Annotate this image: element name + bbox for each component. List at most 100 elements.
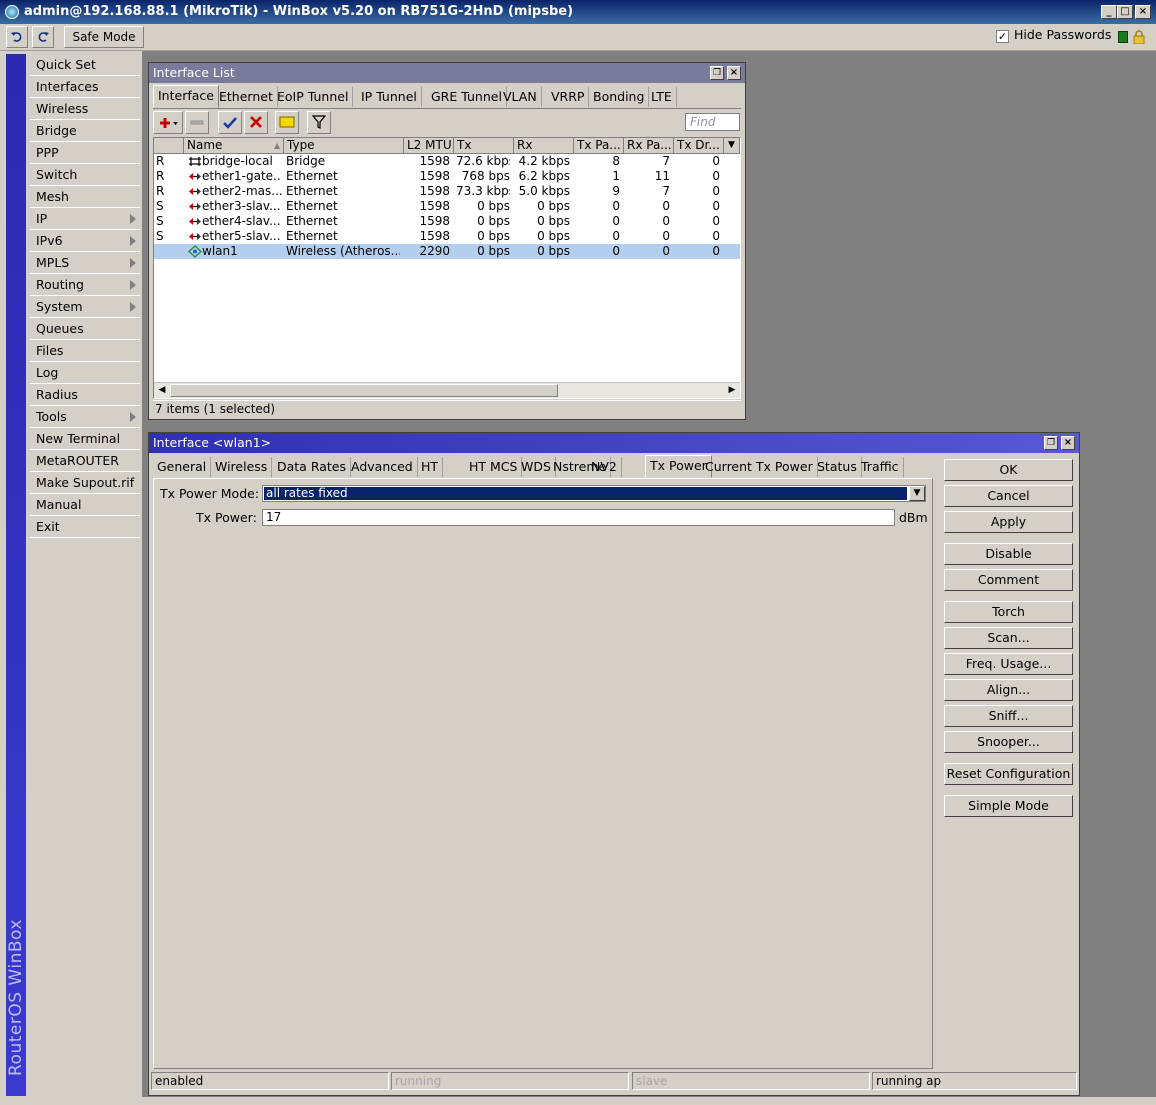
tab-ht-mcs[interactable]: HT MCS <box>465 457 523 477</box>
tx-power-mode-select[interactable]: all rates fixed ▼ <box>262 485 926 502</box>
restore-icon[interactable]: ❐ <box>710 66 724 80</box>
tab-traffic[interactable]: Traffic <box>857 457 904 477</box>
add-icon[interactable] <box>153 111 183 134</box>
scrollbar-thumb[interactable] <box>170 384 558 397</box>
reset-configuration-button[interactable]: Reset Configuration <box>944 763 1073 785</box>
tab-data-rates[interactable]: Data Rates <box>273 457 351 477</box>
sidebar-item-exit[interactable]: Exit <box>30 517 140 538</box>
sidebar-item-ip[interactable]: IP <box>30 209 140 230</box>
sidebar-item-queues[interactable]: Queues <box>30 319 140 340</box>
column-chooser-icon[interactable]: ▼ <box>724 138 740 154</box>
tab-ip-tunnel[interactable]: IP Tunnel <box>357 87 422 107</box>
horizontal-scrollbar[interactable]: ◀ ▶ <box>154 382 740 398</box>
hide-passwords-checkbox[interactable]: ✓ <box>996 30 1009 43</box>
sidebar-item-bridge[interactable]: Bridge <box>30 121 140 142</box>
sidebar-item-ipv6[interactable]: IPv6 <box>30 231 140 252</box>
tab-wireless[interactable]: Wireless <box>211 457 273 477</box>
sidebar-item-switch[interactable]: Switch <box>30 165 140 186</box>
sidebar-item-tools[interactable]: Tools <box>30 407 140 428</box>
sidebar-item-log[interactable]: Log <box>30 363 140 384</box>
cell-name: ether4-slav... <box>202 214 281 228</box>
column-header[interactable]: Tx Dr... <box>674 138 724 154</box>
sidebar-item-label: MPLS <box>36 255 70 270</box>
column-header[interactable]: Tx Pa... <box>574 138 624 154</box>
column-header[interactable]: L2 MTU <box>404 138 454 154</box>
undo-icon[interactable] <box>6 26 28 48</box>
apply-button[interactable]: Apply <box>944 511 1073 533</box>
sniff-button[interactable]: Sniff... <box>944 705 1073 727</box>
snooper-button[interactable]: Snooper... <box>944 731 1073 753</box>
ok-button[interactable]: OK <box>944 459 1073 481</box>
disable-button[interactable]: Disable <box>944 543 1073 565</box>
column-header[interactable]: Tx <box>454 138 514 154</box>
close-icon[interactable]: × <box>1061 436 1075 450</box>
tab-status[interactable]: Status <box>813 457 862 477</box>
maximize-icon[interactable]: □ <box>1117 5 1133 19</box>
sidebar-item-quick-set[interactable]: Quick Set <box>30 55 140 76</box>
column-header[interactable] <box>154 138 184 154</box>
tab-current-tx-power[interactable]: Current Tx Power <box>701 457 818 477</box>
table-row[interactable]: Rbridge-local Bridge 1598 72.6 kbps 4.2 kbps… <box>154 154 740 169</box>
sidebar-item-manual[interactable]: Manual <box>30 495 140 516</box>
tab-vlan[interactable]: VLAN <box>499 87 542 107</box>
redo-icon[interactable] <box>32 26 54 48</box>
align-button[interactable]: Align... <box>944 679 1073 701</box>
tx-power-input[interactable]: 17 <box>262 509 895 526</box>
tab-ethernet[interactable]: Ethernet <box>215 87 278 107</box>
table-row[interactable]: Sether3-slav... Ethernet 1598 0 bps 0 bps 0 0 0 <box>154 199 740 214</box>
close-icon[interactable]: × <box>727 66 741 80</box>
sidebar-item-interfaces[interactable]: Interfaces <box>30 77 140 98</box>
tab-advanced[interactable]: Advanced <box>347 457 418 477</box>
tab-lte[interactable]: LTE <box>647 87 677 107</box>
close-icon[interactable]: × <box>1135 5 1151 19</box>
sidebar-item-wireless[interactable]: Wireless <box>30 99 140 120</box>
torch-button[interactable]: Torch <box>944 601 1073 623</box>
tab-vrrp[interactable]: VRRP <box>547 87 590 107</box>
cancel-button[interactable]: Cancel <box>944 485 1073 507</box>
freq-usage-button[interactable]: Freq. Usage... <box>944 653 1073 675</box>
column-header[interactable]: Rx <box>514 138 574 154</box>
simple-mode-button[interactable]: Simple Mode <box>944 795 1073 817</box>
filter-icon[interactable] <box>307 111 331 134</box>
sidebar-item-ppp[interactable]: PPP <box>30 143 140 164</box>
disable-icon[interactable] <box>244 111 268 134</box>
restore-icon[interactable]: ❐ <box>1044 436 1058 450</box>
minimize-icon[interactable]: _ <box>1101 5 1117 19</box>
enable-icon[interactable] <box>218 111 242 134</box>
scroll-right-icon[interactable]: ▶ <box>724 383 740 398</box>
sidebar-item-metarouter[interactable]: MetaROUTER <box>30 451 140 472</box>
tx-power-label: Tx Power: <box>196 510 257 525</box>
sidebar-item-make-supout-rif[interactable]: Make Supout.rif <box>30 473 140 494</box>
comment-icon[interactable] <box>275 111 299 134</box>
table-row[interactable]: Rether2-mas... Ethernet 1598 73.3 kbps 5.0 k… <box>154 184 740 199</box>
table-row[interactable]: Rether1-gate... Ethernet 1598 768 bps 6.2 kb… <box>154 169 740 184</box>
sidebar-item-routing[interactable]: Routing <box>30 275 140 296</box>
table-row[interactable]: wlan1 Wireless (Atheros... 2290 0 bps 0 bps 0… <box>154 244 740 259</box>
scroll-left-icon[interactable]: ◀ <box>154 383 170 398</box>
comment-button[interactable]: Comment <box>944 569 1073 591</box>
column-header[interactable]: Rx Pa... <box>624 138 674 154</box>
sidebar-item-mpls[interactable]: MPLS <box>30 253 140 274</box>
tab-general[interactable]: General <box>153 457 212 477</box>
tab-interface[interactable]: Interface <box>153 85 219 108</box>
sidebar-item-mesh[interactable]: Mesh <box>30 187 140 208</box>
submenu-arrow-icon <box>130 236 136 246</box>
table-row[interactable]: Sether4-slav... Ethernet 1598 0 bps 0 bps 0 0 0 <box>154 214 740 229</box>
column-header[interactable]: Type <box>284 138 404 154</box>
tab-nv2[interactable]: NV2 <box>587 457 622 477</box>
scan-button[interactable]: Scan... <box>944 627 1073 649</box>
tab-bonding[interactable]: Bonding <box>589 87 650 107</box>
safe-mode-button[interactable]: Safe Mode <box>64 26 144 48</box>
find-input[interactable]: Find <box>685 113 740 131</box>
column-header[interactable]: Name <box>184 138 284 154</box>
dropdown-arrow-icon[interactable]: ▼ <box>909 486 925 501</box>
tab-eoip-tunnel[interactable]: EoIP Tunnel <box>273 87 354 107</box>
tab-ht[interactable]: HT <box>417 457 444 477</box>
remove-icon[interactable] <box>185 111 209 134</box>
sidebar-item-files[interactable]: Files <box>30 341 140 362</box>
sidebar-item-system[interactable]: System <box>30 297 140 318</box>
sidebar-item-new-terminal[interactable]: New Terminal <box>30 429 140 450</box>
table-row[interactable]: Sether5-slav... Ethernet 1598 0 bps 0 bps 0 0 0 <box>154 229 740 244</box>
tab-gre-tunnel[interactable]: GRE Tunnel <box>427 87 507 107</box>
sidebar-item-radius[interactable]: Radius <box>30 385 140 406</box>
